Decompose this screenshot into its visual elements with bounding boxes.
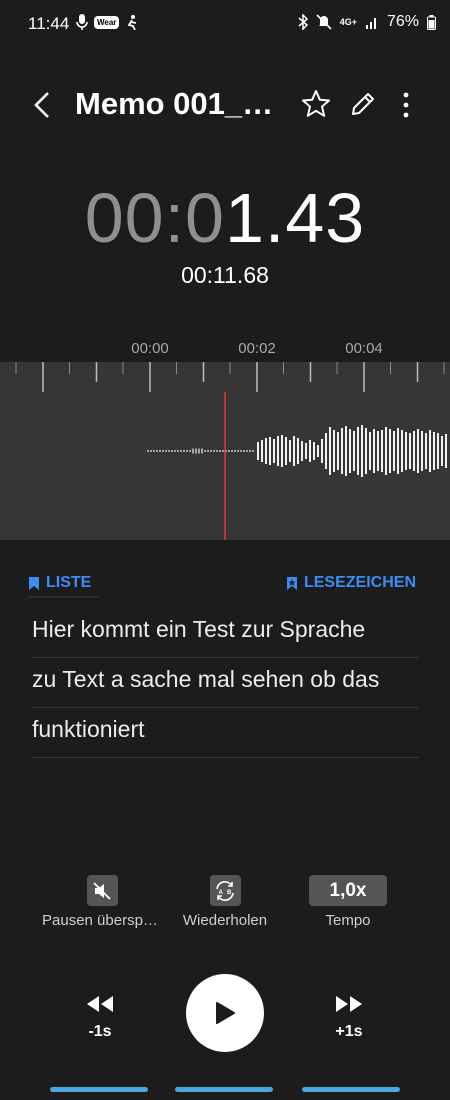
- tab-bookmarks-label: LESEZEICHEN: [303, 574, 416, 591]
- battery-icon: [427, 14, 436, 30]
- svg-text:B: B: [227, 890, 232, 896]
- transcript-line[interactable]: Hier kommt ein Test zur Sprache: [32, 608, 418, 658]
- network-label: 4G+: [339, 17, 357, 27]
- tab-list-label: LISTE: [46, 574, 92, 591]
- mic-icon: [76, 14, 88, 30]
- bluetooth-icon: [298, 14, 308, 30]
- wear-icon: Wear: [94, 15, 120, 29]
- more-icon[interactable]: [396, 90, 416, 120]
- page-title: Memo 001_W...: [75, 86, 290, 121]
- nav-recent-button[interactable]: [50, 1087, 148, 1092]
- rewind-button[interactable]: -1s: [70, 994, 130, 1041]
- current-time: 00:01.43: [0, 178, 450, 258]
- star-icon[interactable]: [300, 88, 332, 120]
- status-time: 11:44: [28, 14, 70, 33]
- skip-silence-button[interactable]: Pausen überspri...: [42, 875, 162, 929]
- rewind-label: -1s: [88, 1023, 112, 1040]
- transcript: Hier kommt ein Test zur Sprache zu Text …: [32, 608, 418, 758]
- waveform-area[interactable]: [0, 362, 450, 540]
- tempo-value: 1,0x: [309, 875, 387, 906]
- signal-icon: [365, 18, 376, 29]
- current-time-dim: 00:0: [84, 179, 225, 257]
- repeat-button[interactable]: AB Wiederholen: [165, 875, 285, 929]
- tab-list[interactable]: LISTE: [28, 570, 100, 598]
- person-run-icon: [128, 15, 137, 30]
- battery-percent: 76%: [386, 13, 419, 30]
- forward-label: +1s: [335, 1023, 363, 1040]
- tempo-button[interactable]: 1,0x Tempo: [288, 875, 408, 929]
- forward-button[interactable]: +1s: [319, 994, 379, 1041]
- nav-back-button[interactable]: [302, 1087, 400, 1092]
- repeat-ab-icon: AB: [209, 875, 241, 906]
- current-time-active: 1.43: [225, 179, 366, 257]
- rewind-icon: [87, 996, 113, 1012]
- play-icon: [216, 1002, 235, 1024]
- mute-icon: [316, 14, 332, 30]
- bookmark-icon: [29, 576, 39, 590]
- timeline-labels: 00:00 00:02 00:04: [0, 340, 450, 360]
- transcript-line[interactable]: zu Text a sache mal sehen ob das: [32, 658, 418, 708]
- nav-home-button[interactable]: [175, 1087, 273, 1092]
- tempo-label: Tempo: [325, 912, 371, 929]
- transcript-line[interactable]: funktioniert: [32, 708, 418, 758]
- bookmark-star-icon: [286, 576, 297, 590]
- back-icon[interactable]: [30, 90, 54, 120]
- app-header: Memo 001_W...: [0, 70, 450, 140]
- waveform[interactable]: [0, 362, 450, 540]
- forward-icon: [336, 996, 362, 1012]
- tick-label: 00:02: [238, 340, 276, 357]
- tab-bookmarks[interactable]: LESEZEICHEN: [286, 570, 416, 596]
- play-button[interactable]: [186, 974, 264, 1052]
- tick-label: 00:04: [345, 340, 383, 357]
- status-bar: 11:44 Wear 4G+ 76%: [0, 0, 450, 48]
- total-duration: 00:11.68: [181, 262, 269, 288]
- edit-icon[interactable]: [349, 90, 377, 118]
- svg-text:A: A: [219, 890, 224, 896]
- skip-silence-label: Pausen überspri...: [42, 912, 162, 929]
- skip-silence-icon: [86, 875, 118, 906]
- tick-label: 00:00: [131, 340, 169, 357]
- repeat-label: Wiederholen: [182, 912, 268, 929]
